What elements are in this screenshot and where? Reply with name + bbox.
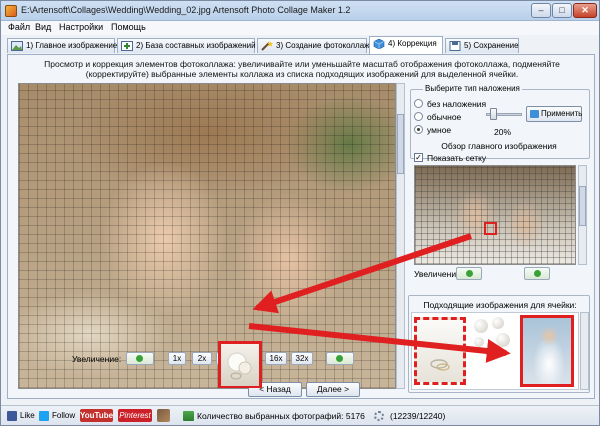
overview-title: Обзор главного изображения <box>441 141 557 151</box>
tab-label: 2) База составных изображений <box>136 41 256 50</box>
radio-normal-label: обычное <box>427 112 462 122</box>
minimize-button[interactable]: – <box>531 3 551 18</box>
window-title: E:\Artensoft\Collages\Wedding\Wedding_02… <box>21 5 351 15</box>
overview-scrollbar[interactable] <box>578 165 587 265</box>
selected-photos-status: Количество выбранных фотографий: 5176 <box>183 410 365 422</box>
radio-none[interactable] <box>414 99 423 108</box>
progress-count: (12239/12240) <box>390 411 446 421</box>
candidate-image[interactable] <box>496 333 510 347</box>
radio-normal[interactable] <box>414 112 423 121</box>
tab-label: 5) Сохранение <box>464 41 519 50</box>
menu-help[interactable]: Помощь <box>111 22 146 32</box>
zoom-1x-button[interactable]: 1x <box>168 352 186 365</box>
zoom-out-button[interactable] <box>126 352 154 365</box>
tab-save[interactable]: 5) Сохранение <box>445 38 519 53</box>
next-button[interactable]: Далее > <box>306 382 360 397</box>
suitable-images-scrollbar[interactable] <box>580 312 589 390</box>
rings-thumbnail-icon <box>430 359 450 371</box>
photos-count-icon <box>183 411 194 421</box>
menu-bar: Файл Вид Настройки Помощь <box>1 21 599 35</box>
overview-cell-marker <box>484 222 497 235</box>
zoom-in-button[interactable] <box>326 352 354 365</box>
suitable-images-group: Подходящие изображения для ячейки: <box>408 295 590 393</box>
menu-file[interactable]: Файл <box>8 22 30 32</box>
apply-icon <box>530 110 539 118</box>
correction-cube-icon <box>373 39 385 49</box>
main-image-icon <box>11 41 23 51</box>
tab-create-collage[interactable]: 3) Создание фотоколлажа <box>257 38 374 53</box>
menu-view[interactable]: Вид <box>35 22 51 32</box>
main-image-overview[interactable] <box>414 165 576 265</box>
zoom-2x-button[interactable]: 2x <box>192 352 212 365</box>
suitable-images-title: Подходящие изображения для ячейки: <box>423 300 577 310</box>
radio-smart-label: умное <box>427 125 452 135</box>
scroll-thumb[interactable] <box>397 114 404 174</box>
correction-panel: Просмотр и коррекция элементов фотоколла… <box>7 54 595 399</box>
overlay-slider-thumb[interactable] <box>490 108 498 120</box>
maximize-button[interactable]: □ <box>552 3 572 18</box>
collage-vertical-scrollbar[interactable] <box>396 83 405 389</box>
close-button[interactable]: ✕ <box>573 3 597 18</box>
instructions-text: Просмотр и коррекция элементов фотоколла… <box>44 59 560 79</box>
suitable-images-list[interactable] <box>411 312 579 390</box>
collage-preview[interactable] <box>18 83 396 389</box>
scroll-thumb[interactable] <box>579 186 586 226</box>
selected-cell[interactable] <box>218 341 262 388</box>
apply-button[interactable]: Применить <box>526 106 582 122</box>
rings-thumbnail-icon <box>227 352 252 380</box>
tab-image-base[interactable]: 2) База составных изображений <box>117 38 256 53</box>
pinterest-button[interactable]: Pinterest <box>118 409 152 422</box>
zoom-32x-button[interactable]: 32x <box>291 352 313 365</box>
status-bar: Like Follow YouTube Pinterest Количество… <box>1 405 599 425</box>
progress-spinner-icon <box>374 411 384 421</box>
wizard-tabs: 1) Главное изображение 2) База составных… <box>7 36 595 54</box>
save-icon <box>449 41 461 51</box>
current-cell-image[interactable] <box>414 317 466 385</box>
instagram-icon[interactable] <box>157 409 170 422</box>
app-window: E:\Artensoft\Collages\Wedding\Wedding_02… <box>0 0 600 426</box>
overlay-type-title: Выберите тип наложения <box>423 84 522 93</box>
menu-settings[interactable]: Настройки <box>59 22 103 32</box>
twitter-label: Follow <box>52 411 76 420</box>
title-bar: E:\Artensoft\Collages\Wedding\Wedding_02… <box>1 1 599 21</box>
image-base-icon <box>121 41 133 51</box>
candidate-image[interactable] <box>474 319 488 333</box>
app-logo-icon <box>5 5 17 17</box>
zoom-16x-button[interactable]: 16x <box>265 352 287 365</box>
overview-zoom-in-button[interactable] <box>524 267 550 280</box>
tab-label: 3) Создание фотоколлажа <box>276 41 374 50</box>
tab-main-image[interactable]: 1) Главное изображение <box>7 38 118 53</box>
magic-wand-icon <box>261 41 273 51</box>
twitter-icon <box>39 411 49 421</box>
candidate-image[interactable] <box>474 337 484 347</box>
overlay-percent: 20% <box>494 127 512 137</box>
suggested-bride-image[interactable] <box>520 315 574 387</box>
radio-none-label: без наложения <box>427 99 487 109</box>
facebook-label: Like <box>20 411 35 420</box>
facebook-like-button[interactable]: Like <box>7 410 35 422</box>
overview-zoom-label: Увеличение <box>414 269 461 279</box>
twitter-follow-button[interactable]: Follow <box>39 410 75 422</box>
facebook-icon <box>7 411 17 421</box>
candidate-image[interactable] <box>492 317 504 329</box>
collage-zoom-label: Увеличение: <box>72 354 122 364</box>
selected-photos-text: Количество выбранных фотографий: 5176 <box>197 411 365 421</box>
show-grid-checkbox[interactable]: ✓ <box>414 153 423 162</box>
tab-label: 4) Коррекция <box>388 39 437 48</box>
tab-correction[interactable]: 4) Коррекция <box>369 36 443 54</box>
show-grid-label: Показать сетку <box>427 153 487 163</box>
youtube-button[interactable]: YouTube <box>80 409 113 422</box>
apply-label: Применить <box>541 109 583 118</box>
tab-label: 1) Главное изображение <box>26 41 118 50</box>
overview-zoom-out-button[interactable] <box>456 267 482 280</box>
radio-smart[interactable] <box>414 125 423 134</box>
